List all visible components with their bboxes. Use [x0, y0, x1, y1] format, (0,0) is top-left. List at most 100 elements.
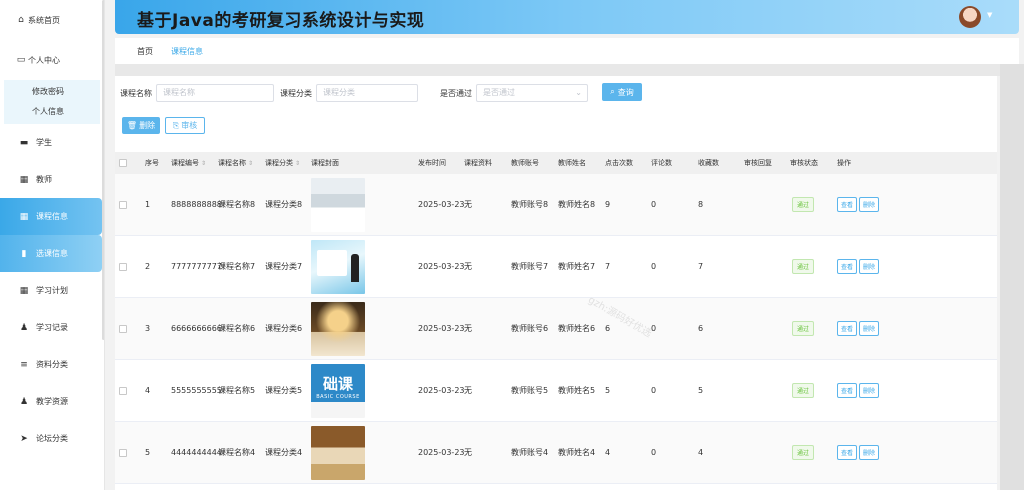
sort-icon[interactable]: ⇕ [201, 160, 206, 167]
table-row[interactable]: 1 8888888888 课程名称8 课程分类8 2025-03-23 无 教师账号8 教师姓… [115, 174, 997, 236]
column-header-label: 操作 [837, 159, 851, 167]
course-cover-image[interactable] [311, 177, 365, 232]
course-cover-image[interactable] [311, 301, 365, 356]
status-badge: 通过 [792, 321, 815, 336]
column-header: 评论数 [651, 152, 672, 174]
row-checkbox-cell [119, 360, 127, 421]
row-checkbox[interactable] [119, 386, 127, 395]
actions-cell: 查看 删除 [837, 422, 881, 483]
table-cell: 2025-03-23 [418, 448, 465, 457]
sidebar-item-8[interactable]: ➤ 论坛分类 [0, 420, 104, 457]
submenu-item-profile[interactable]: 个人信息 [4, 102, 100, 122]
column-header: 审核状态 [790, 152, 818, 174]
sidebar-item-6[interactable]: ≡ 资料分类 [0, 346, 104, 383]
table-row[interactable]: 4 5555555555 课程名称5 课程分类5 础课 BASIC COURSE 2025-… [115, 360, 997, 422]
actions-cell: 查看 删除 [837, 236, 881, 297]
delete-button[interactable]: 🗑 删除 [122, 117, 160, 134]
send-icon: ➤ [20, 433, 28, 444]
table-cell: 5 [145, 448, 151, 457]
briefcase-icon: ▬ [19, 137, 29, 148]
avatar[interactable] [959, 6, 981, 28]
bar-chart-icon: ▮ [21, 248, 27, 259]
table-cell: 教师姓名4 [558, 448, 596, 457]
table-cell: 课程分类4 [265, 448, 303, 457]
row-checkbox[interactable] [119, 448, 127, 457]
sidebar-item-4[interactable]: ▦ 学习计划 [0, 272, 104, 309]
view-button[interactable]: 查看 [837, 321, 858, 336]
view-button[interactable]: 查看 [837, 383, 858, 398]
column-header: 点击次数 [605, 152, 633, 174]
sidebar-scrollbar[interactable] [102, 0, 104, 340]
column-header-label: 教师账号 [511, 159, 539, 167]
user-icon: ♟ [19, 322, 29, 333]
column-header[interactable]: 课程分类 ⇕ [265, 152, 300, 174]
table-row[interactable]: 2 7777777777 课程名称7 课程分类7 2025-03-23 无 教师账号7 教师姓… [115, 236, 997, 298]
breadcrumb-current: 课程信息 [171, 46, 203, 56]
submenu-item-change-password[interactable]: 修改密码 [4, 82, 100, 102]
row-delete-button[interactable]: 删除 [859, 197, 880, 212]
view-button[interactable]: 查看 [837, 445, 858, 460]
course-category-input[interactable]: 课程分类 [316, 84, 418, 102]
status-badge: 通过 [792, 259, 815, 274]
table-cell: 1 [145, 200, 151, 209]
select-all-checkbox[interactable] [119, 159, 127, 167]
sidebar-item-1[interactable]: ▦ 教师 [0, 161, 104, 198]
table-cell: 2 [145, 262, 151, 271]
table-row[interactable]: 3 6666666666 课程名称6 课程分类6 2025-03-23 无 教师账号6 教师姓… [115, 298, 997, 360]
sidebar-item-5[interactable]: ♟ 学习记录 [0, 309, 104, 346]
status-cell: 通过 [792, 360, 815, 421]
view-button[interactable]: 查看 [837, 197, 858, 212]
query-button[interactable]: ⌕ 查询 [602, 83, 642, 101]
course-cover-image[interactable]: 础课 BASIC COURSE [311, 363, 365, 418]
cover-cell [311, 174, 365, 235]
query-button-label: 查询 [617, 87, 634, 97]
grid-icon: ▦ [19, 211, 29, 222]
column-header[interactable]: 课程名称 ⇕ [218, 152, 253, 174]
table-cell: 8888888888 [171, 200, 222, 209]
row-delete-button[interactable]: 删除 [859, 383, 880, 398]
chevron-down-icon[interactable]: ▼ [987, 11, 992, 19]
table-cell: 无 [464, 262, 472, 271]
course-name-input[interactable]: 课程名称 [156, 84, 274, 102]
table-cell: 4 [605, 448, 611, 457]
sidebar-item-label: 学生 [36, 138, 52, 147]
status-badge: 通过 [792, 383, 815, 398]
column-header: 课程封面 [311, 152, 339, 174]
row-checkbox[interactable] [119, 200, 127, 209]
sidebar-item-label: 教师 [36, 175, 52, 184]
table-cell: 5555555555 [171, 386, 222, 395]
sort-icon[interactable]: ⇕ [295, 160, 300, 167]
sidebar-item-label: 学习记录 [36, 323, 68, 332]
sidebar-item-3[interactable]: ▮ 选课信息 [0, 235, 102, 272]
cover-cell [311, 422, 365, 483]
row-checkbox[interactable] [119, 262, 127, 271]
audit-button[interactable]: ⎘ 审核 [165, 117, 205, 134]
pass-select[interactable]: 是否通过 ⌄ [476, 84, 588, 102]
sidebar-item-7[interactable]: ♟ 教学资源 [0, 383, 104, 420]
pass-select-value: 是否通过 [483, 88, 515, 97]
sidebar-item-home[interactable]: ⌂ 系统首页 [0, 0, 104, 40]
row-delete-button[interactable]: 删除 [859, 321, 880, 336]
course-name-label: 课程名称 [120, 88, 152, 98]
view-button[interactable]: 查看 [837, 259, 858, 274]
row-delete-button[interactable]: 删除 [859, 259, 880, 274]
search-icon: ⌕ [610, 87, 615, 96]
sidebar-item-2[interactable]: ▦ 课程信息 [0, 198, 102, 235]
sidebar-item-personal[interactable]: ▭ 个人中心 [0, 40, 104, 80]
table-row[interactable]: 5 4444444444 课程名称4 课程分类4 2025-03-23 无 教师账号4 教师姓… [115, 422, 997, 484]
home-icon: ⌂ [18, 15, 24, 25]
breadcrumb-home[interactable]: 首页 [137, 46, 153, 57]
column-header: 操作 [837, 152, 851, 174]
course-cover-image[interactable] [311, 239, 365, 294]
sidebar-item-label: 课程信息 [36, 212, 68, 221]
table-cell: 0 [651, 200, 657, 209]
column-header[interactable]: 课程编号 ⇕ [171, 152, 206, 174]
table-cell: 课程名称4 [218, 448, 256, 457]
row-checkbox[interactable] [119, 324, 127, 333]
column-header-label: 序号 [145, 159, 159, 167]
grid-icon: ▦ [19, 285, 29, 296]
course-cover-image[interactable] [311, 425, 365, 480]
sidebar-item-0[interactable]: ▬ 学生 [0, 124, 104, 161]
sort-icon[interactable]: ⇕ [248, 160, 253, 167]
row-delete-button[interactable]: 删除 [859, 445, 880, 460]
